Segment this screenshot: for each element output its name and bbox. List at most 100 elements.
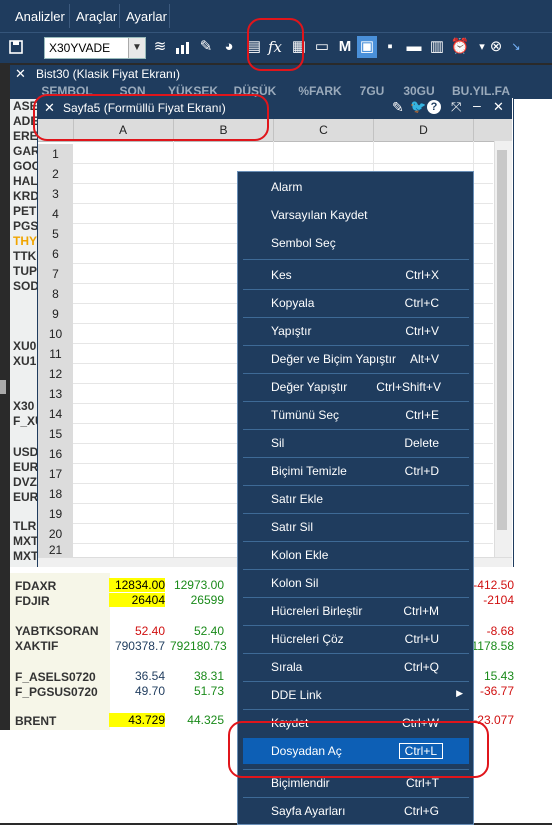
menu-item-delete-row[interactable]: Satır Sil bbox=[243, 514, 469, 540]
menu-item-select-all[interactable]: Tümünü Seç Ctrl+E bbox=[243, 402, 469, 428]
quote-value[interactable]: 38.31 bbox=[170, 669, 224, 683]
menu-item-copy[interactable]: Kopyala Ctrl+C bbox=[243, 290, 469, 316]
menu-analizler[interactable]: Analizler bbox=[10, 6, 70, 27]
quote-value[interactable]: 26599 bbox=[170, 593, 224, 607]
sheet-row-header[interactable]: 12 bbox=[38, 364, 73, 385]
sheet-row-header[interactable]: 13 bbox=[38, 384, 73, 405]
menu-item-delete-column[interactable]: Kolon Sil bbox=[243, 570, 469, 596]
sheet-row-header[interactable]: 4 bbox=[38, 204, 73, 225]
sheet-row-header[interactable]: 5 bbox=[38, 224, 73, 245]
menu-item-select-symbol[interactable]: Sembol Seç bbox=[243, 230, 469, 256]
quote-change[interactable]: -2104 bbox=[472, 593, 514, 607]
sheet-row-header[interactable]: 15 bbox=[38, 424, 73, 445]
quote-symbol[interactable]: FDAXR bbox=[15, 579, 56, 593]
symbol-cell[interactable]: EUR bbox=[13, 490, 38, 504]
quote-last-price[interactable]: 52.40 bbox=[109, 624, 165, 638]
pencil-icon[interactable]: ✎ bbox=[392, 99, 404, 116]
menu-item-unmerge-cells[interactable]: Hücreleri Çöz Ctrl+U bbox=[243, 626, 469, 652]
edit-note-icon[interactable]: ✎ bbox=[196, 36, 216, 58]
sheet-row-header[interactable]: 11 bbox=[38, 344, 73, 365]
menu-item-paste-value-format[interactable]: Değer ve Biçim Yapıştır Alt+V bbox=[243, 346, 469, 372]
layers-icon[interactable]: ≋ bbox=[150, 36, 170, 58]
quote-value[interactable]: 52.40 bbox=[170, 624, 224, 638]
menu-item-paste[interactable]: Yapıştır Ctrl+V bbox=[243, 318, 469, 344]
quote-last-price[interactable]: 26404 bbox=[109, 593, 165, 607]
symbol-cell[interactable]: PGS bbox=[13, 219, 38, 233]
symbol-dropdown[interactable]: X30YVADE ▼ bbox=[44, 37, 146, 59]
quote-value[interactable]: 51.73 bbox=[170, 684, 224, 698]
quote-symbol[interactable]: FDJIR bbox=[15, 594, 50, 608]
symbol-cell[interactable]: SOD bbox=[13, 279, 39, 293]
menu-item-alarm[interactable]: Alarm bbox=[243, 174, 469, 200]
sheet-row-header[interactable]: 20 bbox=[38, 524, 73, 545]
symbol-cell[interactable]: XU0 bbox=[13, 339, 36, 353]
quote-last-price[interactable]: 12834.00 bbox=[109, 578, 165, 592]
scrollbar-thumb[interactable] bbox=[497, 150, 507, 530]
menu-item-page-settings[interactable]: Sayfa Ayarları Ctrl+G bbox=[243, 798, 469, 824]
quote-symbol[interactable]: F_ASELS0720 bbox=[15, 670, 96, 684]
menu-item-merge-cells[interactable]: Hücreleri Birleştir Ctrl+M bbox=[243, 598, 469, 624]
menu-araclar[interactable]: Araçlar bbox=[71, 6, 122, 27]
save-icon[interactable] bbox=[6, 36, 26, 58]
sheet-row-header[interactable]: 8 bbox=[38, 284, 73, 305]
close-icon[interactable]: ✕ bbox=[15, 66, 26, 82]
chevron-down-icon[interactable]: ▼ bbox=[128, 38, 145, 58]
sheet-row-header[interactable]: 9 bbox=[38, 304, 73, 325]
pin-icon[interactable]: ⤧ bbox=[451, 99, 461, 115]
screen-icon[interactable]: ▣ bbox=[357, 36, 377, 58]
user-icon[interactable]: ▪ bbox=[380, 36, 400, 58]
menu-item-clear-format[interactable]: Biçimi Temizle Ctrl+D bbox=[243, 458, 469, 484]
sheet-row-header[interactable]: 10 bbox=[38, 324, 73, 345]
twitter-icon[interactable]: 🐦 bbox=[410, 99, 426, 115]
quote-symbol[interactable]: BRENT bbox=[15, 714, 56, 728]
menu-item-add-column[interactable]: Kolon Ekle bbox=[243, 542, 469, 568]
bar-chart-icon[interactable] bbox=[173, 36, 193, 58]
sheet-row-header[interactable]: 14 bbox=[38, 404, 73, 425]
quote-last-price[interactable]: 36.54 bbox=[109, 669, 165, 683]
quote-change[interactable]: -412.50 bbox=[472, 578, 514, 592]
symbol-cell[interactable]: XU1 bbox=[13, 354, 36, 368]
sheet-row-header[interactable]: 16 bbox=[38, 444, 73, 465]
quote-change[interactable]: -36.77 bbox=[472, 684, 514, 698]
quote-last-price[interactable]: 790378.7 bbox=[109, 639, 165, 653]
close-circle-icon[interactable]: ⊗ bbox=[486, 36, 506, 58]
menu-item-cut[interactable]: Kes Ctrl+X bbox=[243, 262, 469, 288]
symbol-cell[interactable]: MXT bbox=[13, 534, 38, 548]
symbol-cell[interactable]: TTK bbox=[13, 249, 36, 263]
quote-value[interactable]: 44.325 bbox=[170, 713, 224, 727]
alarm-clock-icon[interactable]: ⏰ bbox=[450, 36, 470, 58]
menu-item-delete[interactable]: Sil Delete bbox=[243, 430, 469, 456]
symbol-cell[interactable]: EUR bbox=[13, 460, 38, 474]
briefcase-icon[interactable]: ▬ bbox=[404, 36, 424, 58]
menu-item-paste-value[interactable]: Değer Yapıştır Ctrl+Shift+V bbox=[243, 374, 469, 400]
symbol-cell[interactable]: PETI bbox=[13, 204, 40, 218]
close-icon[interactable]: ✕ bbox=[493, 99, 504, 115]
sheet-row-header[interactable]: 3 bbox=[38, 184, 73, 205]
symbol-cell[interactable]: USD bbox=[13, 445, 38, 459]
symbol-cell-highlighted[interactable]: THY bbox=[13, 234, 37, 248]
menu-item-dde-link[interactable]: DDE Link ▶ bbox=[243, 682, 469, 708]
quote-last-price[interactable]: 49.70 bbox=[109, 684, 165, 698]
symbol-cell[interactable]: DVZ bbox=[13, 475, 37, 489]
menu-ayarlar[interactable]: Ayarlar bbox=[121, 6, 172, 27]
symbol-cell[interactable]: HAL bbox=[13, 174, 38, 188]
help-icon[interactable]: ? bbox=[427, 100, 441, 114]
sheet-row-header[interactable]: 17 bbox=[38, 464, 73, 485]
quote-change[interactable]: 15.43 bbox=[472, 669, 514, 683]
quote-symbol[interactable]: YABTKSORAN bbox=[15, 624, 99, 638]
quote-symbol[interactable]: F_PGSUS0720 bbox=[15, 685, 98, 699]
symbol-cell[interactable]: X30 bbox=[13, 399, 34, 413]
sheet-column-header[interactable]: D bbox=[374, 119, 474, 141]
quote-value[interactable]: 792180.73 bbox=[170, 639, 227, 653]
matriks-logo-icon[interactable]: M bbox=[335, 36, 355, 58]
menu-item-sort[interactable]: Sırala Ctrl+Q bbox=[243, 654, 469, 680]
sheet-row-header[interactable]: 1 bbox=[38, 144, 73, 165]
menu-item-save-default[interactable]: Varsayılan Kaydet bbox=[243, 202, 469, 228]
pie-chart-icon[interactable]: ◕ bbox=[219, 36, 239, 58]
symbol-cell[interactable]: GAR bbox=[13, 144, 40, 158]
sheet-row-header[interactable]: 19 bbox=[38, 504, 73, 525]
quote-value[interactable]: 12973.00 bbox=[170, 578, 224, 592]
symbol-cell[interactable]: KRD bbox=[13, 189, 39, 203]
sheet-column-header[interactable]: C bbox=[274, 119, 374, 141]
sheet-row-header[interactable]: 21 bbox=[38, 544, 73, 558]
